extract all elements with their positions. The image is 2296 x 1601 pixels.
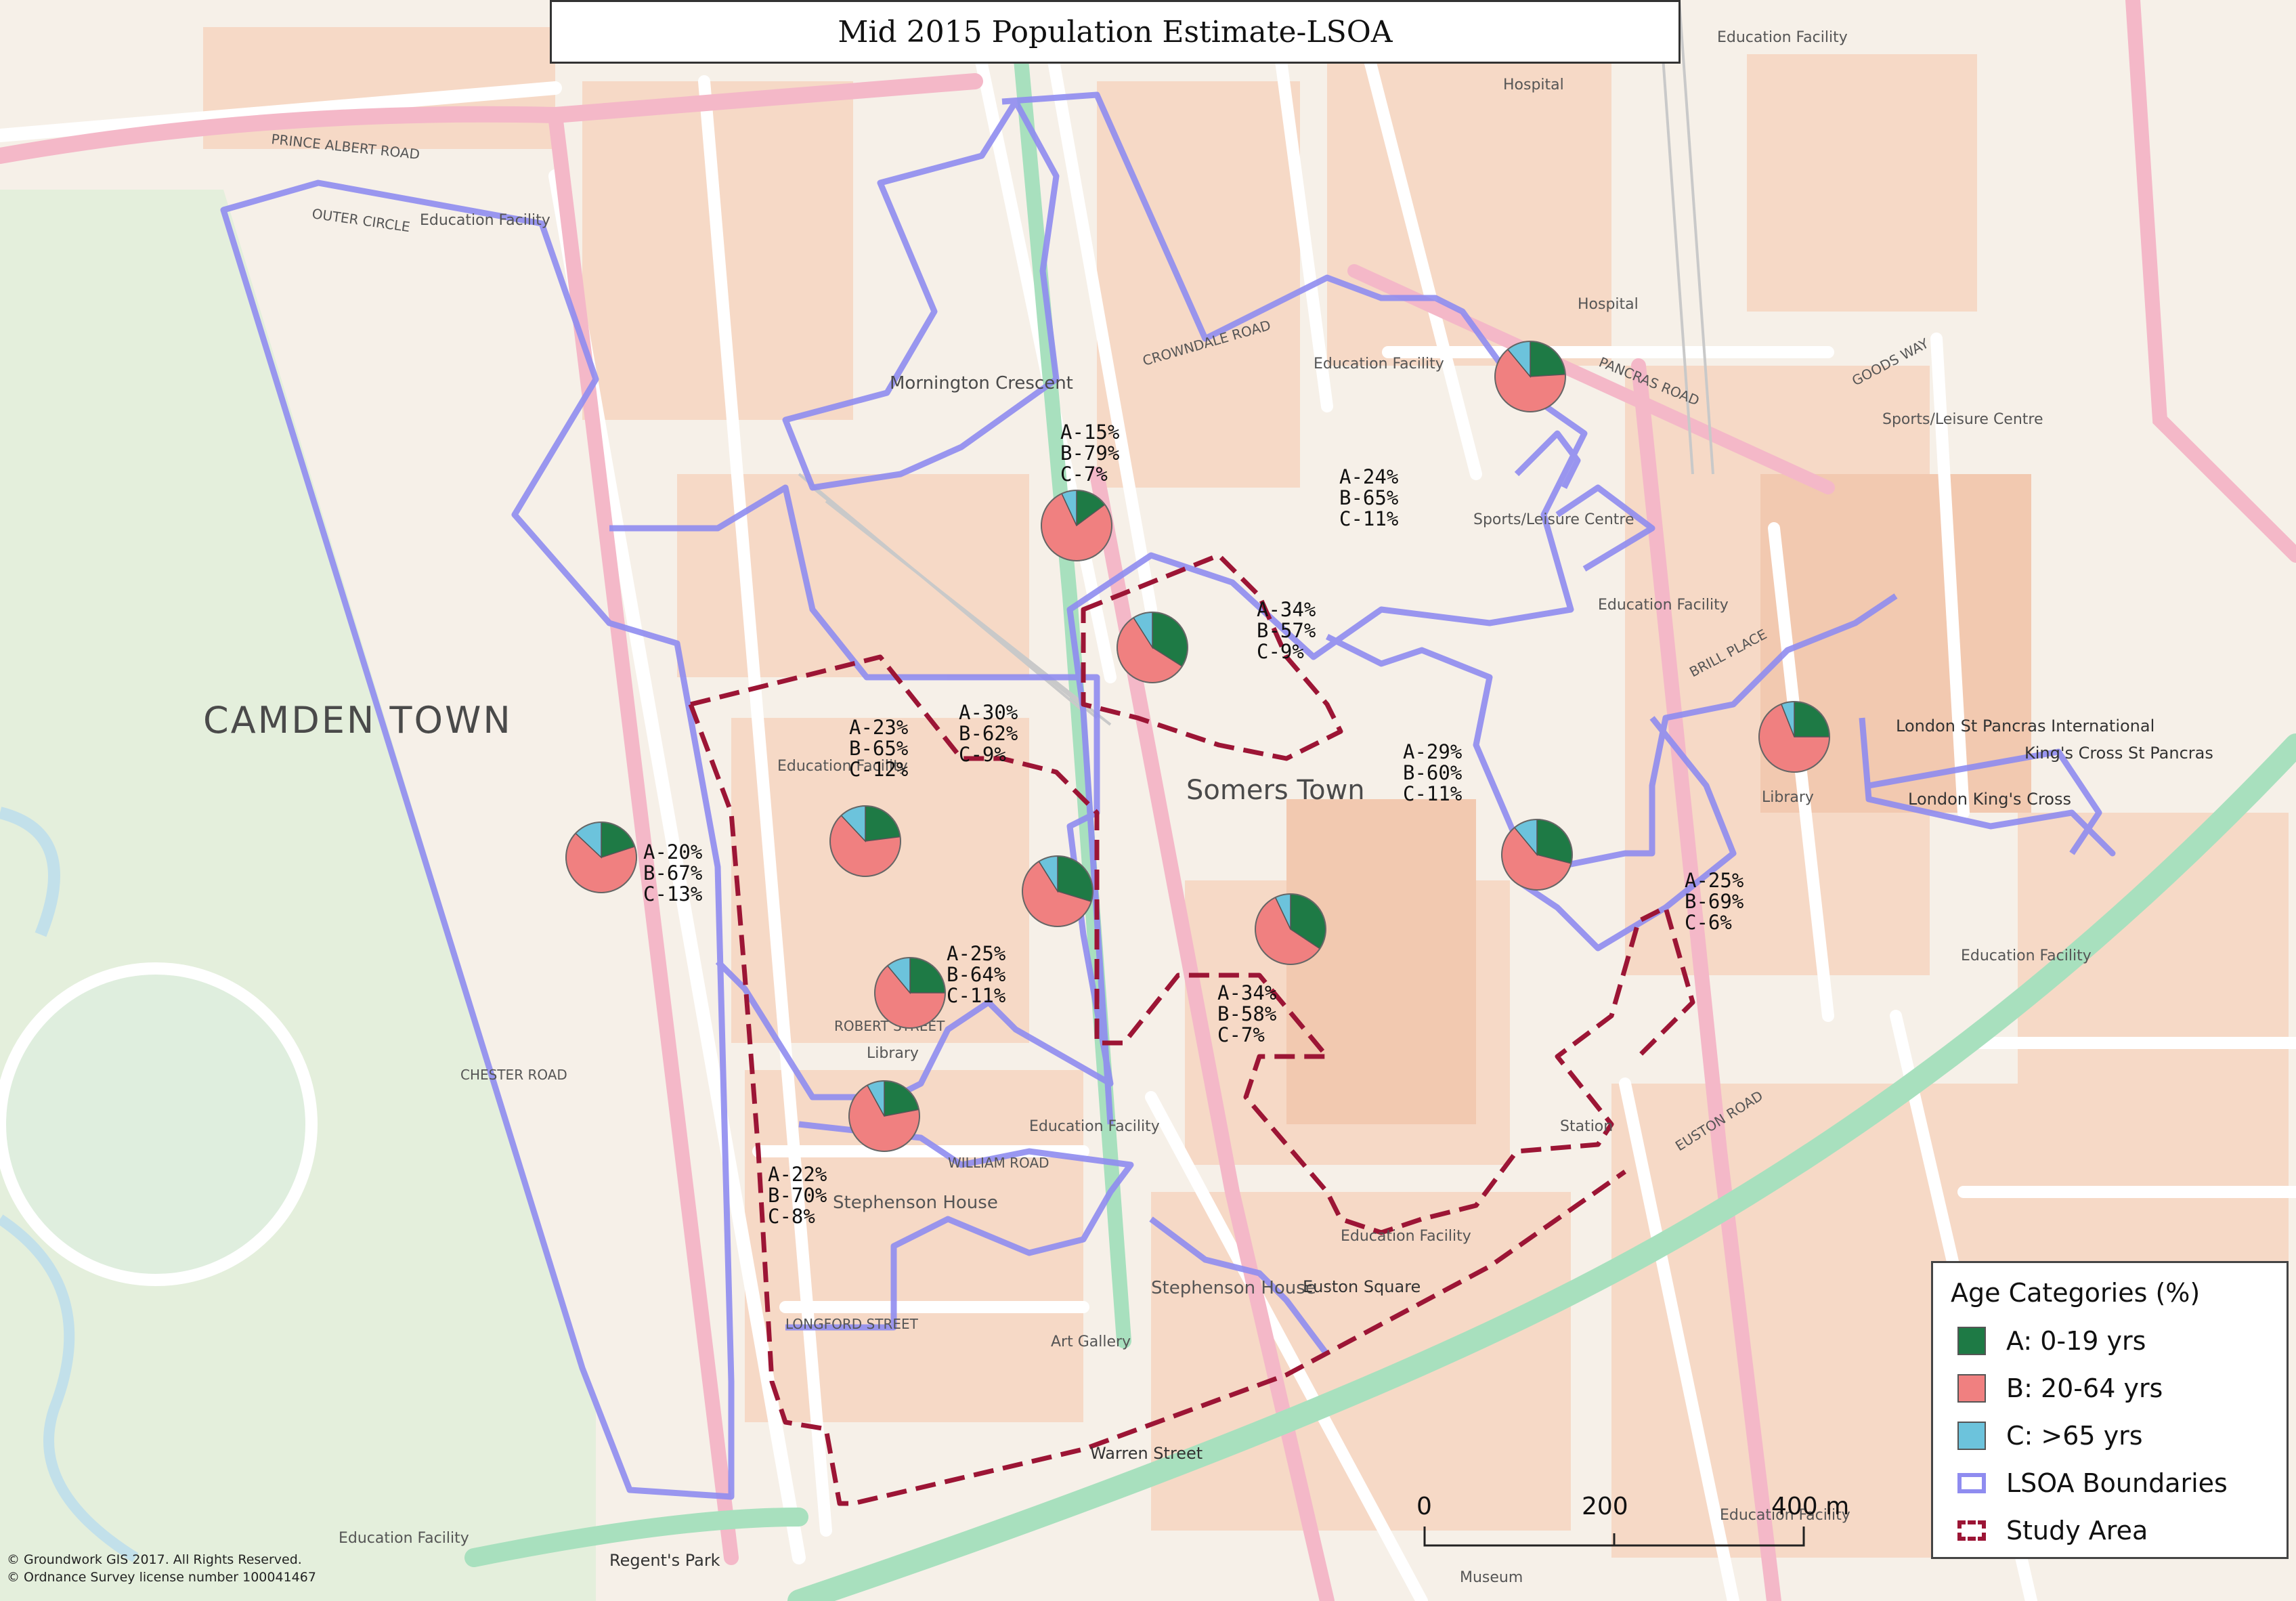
pie-label-line: C-9%	[1257, 640, 1304, 663]
pie-label-line: C-7%	[1217, 1023, 1265, 1046]
pie-label-line: A-29%	[1403, 740, 1462, 763]
pie-label-line: A-34%	[1217, 981, 1276, 1004]
map-title-text: Mid 2015 Population Estimate-LSOA	[838, 14, 1393, 49]
legend: Age Categories (%) A: 0-19 yrs B: 20-64 …	[1931, 1261, 2289, 1559]
legend-swatch-b	[1957, 1374, 1986, 1403]
legend-item-b: B: 20-64 yrs	[1957, 1371, 2163, 1405]
pie-label-line: A-25%	[947, 942, 1005, 965]
road-longford: LONGFORD STREET	[785, 1316, 919, 1332]
place-education-8: Education Facility	[1961, 947, 2092, 964]
pie-label-line: B-60%	[1403, 761, 1462, 784]
legend-item-c: C: >65 yrs	[1957, 1419, 2143, 1453]
place-station: Station	[1560, 1118, 1613, 1135]
pie-label-line: C-11%	[1339, 507, 1398, 530]
pie-label-line: B-58%	[1217, 1002, 1276, 1025]
pie-label-line: B-57%	[1257, 619, 1316, 642]
credit-line-2: © Ordnance Survey license number 1000414…	[7, 1570, 316, 1585]
place-education-3: Education Facility	[1314, 356, 1444, 372]
place-library-2: Library	[1762, 789, 1814, 806]
pie-label-line: A-15%	[1060, 421, 1119, 444]
pie-label-line: C-7%	[1060, 463, 1108, 486]
pie-label-line: A-34%	[1257, 598, 1316, 621]
place-sports: Sports/Leisure Centre	[1473, 511, 1634, 528]
legend-label-lsoa: LSOA Boundaries	[2006, 1468, 2228, 1498]
place-regents-park: Regent's Park	[609, 1551, 720, 1570]
pie-label-line: B-65%	[849, 737, 908, 760]
legend-item-study: Study Area	[1957, 1514, 2148, 1547]
area-label-camden-town: CAMDEN TOWN	[203, 699, 513, 742]
place-education-2: Education Facility	[1717, 29, 1848, 46]
inner-circle-road	[0, 962, 318, 1286]
place-education-4: Education Facility	[1598, 597, 1729, 614]
place-warren-street: Warren Street	[1090, 1444, 1203, 1463]
pie-label-line: B-64%	[947, 963, 1005, 986]
map-title: Mid 2015 Population Estimate-LSOA	[550, 0, 1681, 64]
place-hospital-1: Hospital	[1503, 77, 1564, 93]
pie-label-line: C-8%	[768, 1205, 815, 1228]
place-education-6: Education Facility	[1029, 1118, 1160, 1135]
pie-label-line: A-20%	[643, 840, 702, 863]
place-education-10: Education Facility	[339, 1530, 469, 1547]
legend-title: Age Categories (%)	[1951, 1278, 2201, 1308]
pie-label-line: A-25%	[1685, 869, 1743, 892]
legend-swatch-c	[1957, 1422, 1986, 1450]
legend-item-a: A: 0-19 yrs	[1957, 1324, 2146, 1358]
pie-label-line: A-23%	[849, 716, 908, 739]
area-label-mornington: Mornington Crescent	[890, 373, 1073, 393]
credit-line-1: © Groundwork GIS 2017. All Rights Reserv…	[7, 1552, 302, 1567]
pie-label-line: C-12%	[849, 758, 908, 781]
pie-label-line: B-69%	[1685, 890, 1743, 913]
area-label-somers-town: Somers Town	[1186, 775, 1365, 806]
pie-label-line: B-79%	[1060, 442, 1119, 465]
pie-label-line: B-70%	[768, 1184, 827, 1207]
legend-swatch-a	[1957, 1327, 1986, 1355]
pie-label-line: A-30%	[959, 701, 1018, 724]
place-hospital-2: Hospital	[1578, 296, 1639, 313]
pie-label-line: B-65%	[1339, 486, 1398, 509]
place-stephenson-2: Stephenson House	[1151, 1278, 1316, 1298]
place-art-gallery: Art Gallery	[1051, 1333, 1131, 1350]
legend-label-a: A: 0-19 yrs	[2006, 1326, 2146, 1356]
place-library-1: Library	[867, 1045, 919, 1062]
credits: © Groundwork GIS 2017. All Rights Reserv…	[7, 1551, 316, 1586]
place-stephenson-1: Stephenson House	[833, 1193, 998, 1213]
legend-item-lsoa: LSOA Boundaries	[1957, 1466, 2228, 1500]
road-chester-road: CHESTER ROAD	[460, 1067, 567, 1083]
road-william: WILLIAM ROAD	[948, 1155, 1049, 1171]
scale-tick-0: 0	[1416, 1493, 1432, 1520]
pie-label-line: A-24%	[1339, 465, 1398, 488]
place-euston-square: Euston Square	[1303, 1277, 1421, 1296]
pie-label-line: C-6%	[1685, 911, 1732, 934]
place-education-7: Education Facility	[1341, 1228, 1471, 1245]
pie-label-line: C-11%	[1403, 782, 1462, 805]
pie-label-line: C-11%	[947, 984, 1005, 1007]
place-st-pancras: London St Pancras International	[1896, 717, 2154, 735]
legend-swatch-lsoa	[1957, 1473, 1986, 1493]
pie-label-line: C-13%	[643, 882, 702, 905]
place-kings-cross-st-pancras: King's Cross St Pancras	[2024, 744, 2213, 763]
place-london-kings-cross: London King's Cross	[1908, 790, 2071, 809]
place-sports-2: Sports/Leisure Centre	[1882, 411, 2043, 428]
pie-label-line: B-67%	[643, 861, 702, 884]
pie-label-line: B-62%	[959, 722, 1018, 745]
scale-tick-200: 200	[1582, 1493, 1628, 1520]
legend-label-study: Study Area	[2006, 1516, 2148, 1545]
legend-label-b: B: 20-64 yrs	[2006, 1373, 2163, 1403]
pie-label-line: A-22%	[768, 1163, 827, 1186]
pie-label-line: C-9%	[959, 743, 1006, 766]
legend-label-c: C: >65 yrs	[2006, 1421, 2143, 1451]
scale-tick-400: 400 m	[1771, 1493, 1849, 1520]
legend-swatch-study	[1957, 1520, 1986, 1541]
place-education-1: Education Facility	[420, 212, 550, 229]
place-museum: Museum	[1460, 1569, 1523, 1586]
